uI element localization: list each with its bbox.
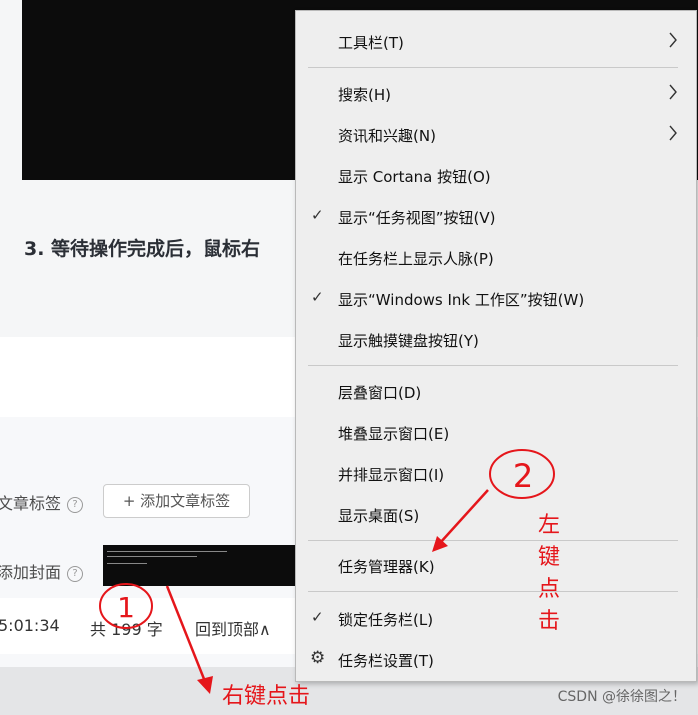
back-to-top-link[interactable]: 回到顶部∧	[195, 616, 271, 640]
watermark: CSDN @徐徐图之！	[557, 689, 686, 705]
annotation-right-click-text: 右键点击	[222, 684, 311, 709]
check-icon: ✓	[311, 288, 324, 306]
menu-item-taskbar-settings[interactable]: ⚙ 任务栏设置(T)	[296, 640, 696, 680]
menu-item-toolbars[interactable]: 工具栏(T)	[296, 22, 696, 62]
menu-item-cascade-windows[interactable]: 层叠窗口(D)	[296, 372, 696, 412]
step-heading: 3. 等待操作完成后，鼠标右	[24, 238, 261, 260]
menu-item-news-interests[interactable]: 资讯和兴趣(N)	[296, 115, 696, 155]
menu-item-show-windows-ink[interactable]: ✓ 显示“Windows Ink 工作区”按钮(W)	[296, 279, 696, 319]
menu-item-show-cortana[interactable]: 显示 Cortana 按钮(O)	[296, 156, 696, 196]
menu-separator	[308, 365, 678, 366]
menu-item-stack-windows[interactable]: 堆叠显示窗口(E)	[296, 413, 696, 453]
menu-item-side-by-side-windows[interactable]: 并排显示窗口(I)	[296, 454, 696, 494]
menu-separator	[308, 540, 678, 541]
chevron-right-icon	[669, 84, 677, 100]
menu-item-show-task-view[interactable]: ✓ 显示“任务视图”按钮(V)	[296, 197, 696, 237]
add-tag-button[interactable]: + 添加文章标签	[103, 484, 250, 518]
menu-item-show-people[interactable]: 在任务栏上显示人脉(P)	[296, 238, 696, 278]
cover-label: 添加封面?	[0, 559, 84, 583]
chevron-right-icon	[669, 125, 677, 141]
chevron-right-icon	[669, 32, 677, 48]
check-icon: ✓	[311, 608, 324, 626]
menu-separator	[308, 67, 678, 68]
menu-item-show-desktop[interactable]: 显示桌面(S)	[296, 495, 696, 535]
save-time: 5:01:34	[0, 616, 60, 635]
help-icon[interactable]: ?	[67, 496, 84, 513]
taskbar-context-menu: 工具栏(T) 搜索(H) 资讯和兴趣(N) 显示 Cortana 按钮(O) ✓…	[295, 10, 697, 682]
menu-item-task-manager[interactable]: 任务管理器(K)	[296, 546, 696, 586]
word-count: 共 199 字	[90, 620, 163, 639]
help-icon[interactable]: ?	[67, 565, 84, 582]
tag-label: 文章标签?	[0, 490, 84, 514]
menu-item-lock-taskbar[interactable]: ✓ 锁定任务栏(L)	[296, 599, 696, 639]
gear-icon: ⚙	[310, 648, 326, 668]
menu-separator	[308, 591, 678, 592]
menu-item-show-touch-keyboard[interactable]: 显示触摸键盘按钮(Y)	[296, 320, 696, 360]
cover-thumbnail[interactable]	[103, 545, 303, 586]
menu-item-search[interactable]: 搜索(H)	[296, 74, 696, 114]
check-icon: ✓	[311, 206, 324, 224]
annotation-left-click-text: 左键点击	[537, 513, 560, 634]
